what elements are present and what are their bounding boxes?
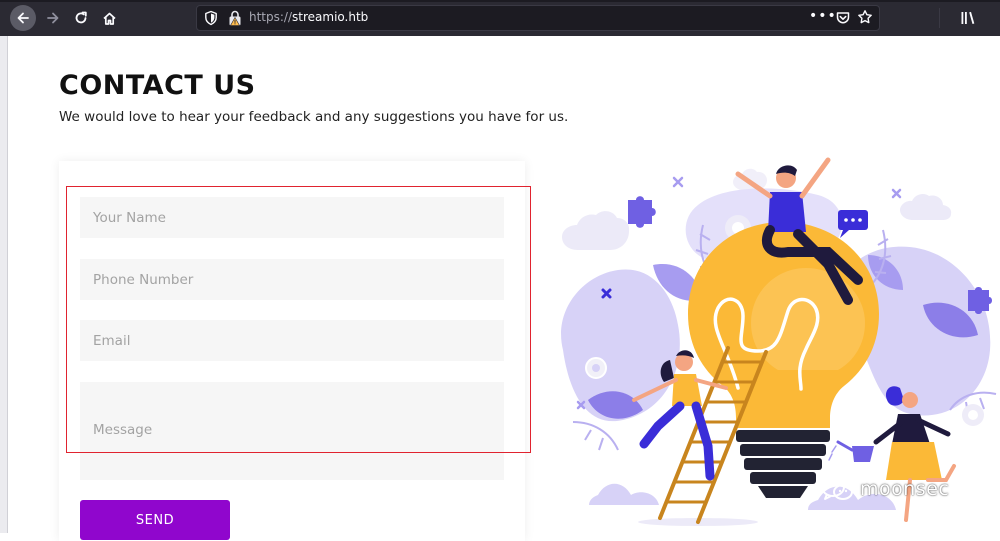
arrow-left-icon bbox=[17, 12, 29, 24]
gear-shape bbox=[962, 404, 984, 426]
forward-button[interactable] bbox=[40, 6, 66, 30]
address-bar[interactable]: https://streamio.htb ••• bbox=[196, 5, 880, 31]
home-icon bbox=[102, 12, 116, 25]
arrow-right-icon bbox=[47, 12, 59, 24]
leaf-outline bbox=[572, 421, 619, 451]
gear-shape bbox=[585, 357, 607, 379]
wechat-icon bbox=[821, 477, 853, 500]
back-button[interactable] bbox=[10, 5, 36, 31]
cloud-shape bbox=[562, 211, 630, 250]
reload-button[interactable] bbox=[68, 6, 94, 30]
page-title: CONTACT US bbox=[59, 70, 256, 101]
send-button[interactable]: SEND bbox=[80, 500, 230, 540]
sparkle-x bbox=[891, 188, 902, 199]
cloud-shape bbox=[900, 193, 952, 220]
bookmark-star-icon[interactable] bbox=[857, 9, 873, 25]
name-input[interactable] bbox=[80, 197, 504, 238]
light-bulb bbox=[688, 222, 879, 498]
home-button[interactable] bbox=[96, 6, 122, 30]
window-left-edge bbox=[0, 36, 8, 533]
library-icon[interactable] bbox=[960, 10, 978, 26]
toolbar-separator bbox=[939, 8, 940, 28]
url-host: streamio.htb bbox=[292, 10, 369, 24]
puzzle-piece bbox=[628, 196, 656, 228]
tracking-shield-icon[interactable] bbox=[203, 10, 219, 26]
sparkle-x bbox=[672, 176, 684, 188]
puzzle-piece bbox=[968, 287, 992, 314]
page-actions-menu-icon[interactable]: ••• bbox=[809, 8, 837, 24]
url-scheme: https:// bbox=[249, 10, 293, 24]
watermark: moonsec bbox=[820, 476, 949, 502]
ground-bush bbox=[589, 483, 659, 505]
browser-toolbar: https://streamio.htb ••• bbox=[0, 0, 1000, 36]
watermark-text: moonsec bbox=[860, 478, 950, 500]
url-text[interactable]: https://streamio.htb bbox=[249, 10, 368, 24]
pocket-icon[interactable] bbox=[835, 10, 851, 26]
reload-icon bbox=[75, 11, 87, 24]
insecure-lock-icon[interactable] bbox=[227, 9, 243, 27]
tab-strip-edge bbox=[0, 0, 1000, 2]
page-subtitle: We would love to hear your feedback and … bbox=[59, 109, 569, 125]
message-textarea[interactable] bbox=[80, 382, 504, 480]
email-input[interactable] bbox=[80, 320, 504, 361]
phone-input[interactable] bbox=[80, 259, 504, 300]
chat-bubble bbox=[838, 210, 868, 238]
